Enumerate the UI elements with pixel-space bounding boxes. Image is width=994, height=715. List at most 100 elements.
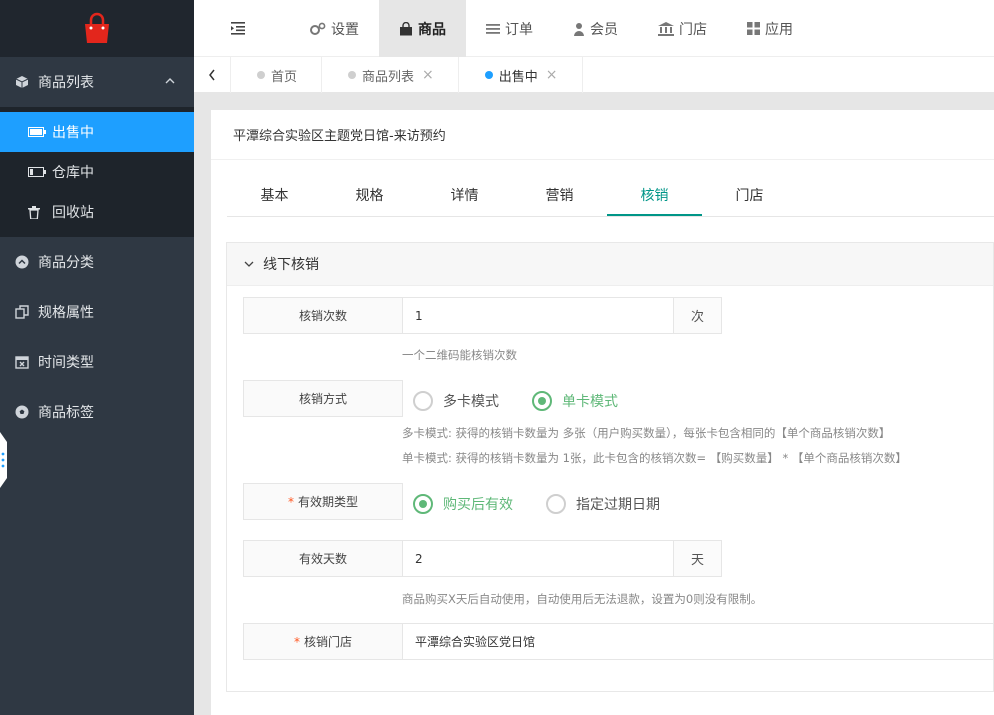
tab-dot bbox=[484, 71, 493, 79]
tab-on-sale[interactable]: 出售中 × bbox=[459, 57, 583, 93]
offline-verification-panel: 线下核销 核销次数 1 次 一个二维码能核销次数 核销方式 多卡模式 单卡模式 … bbox=[226, 242, 994, 692]
page-tabs: 首页 商品列表 × 出售中 × bbox=[194, 57, 994, 93]
chevron-down-icon bbox=[244, 261, 254, 267]
battery-full-icon bbox=[28, 127, 46, 137]
cube-icon bbox=[14, 74, 30, 90]
label-text: 有效期类型 bbox=[297, 495, 358, 509]
sidebar-item-label: 仓库中 bbox=[52, 165, 94, 181]
topnav-label: 商品 bbox=[418, 21, 446, 38]
sidebar-item-label: 出售中 bbox=[52, 125, 94, 141]
logo[interactable] bbox=[0, 0, 194, 57]
clone-icon bbox=[14, 304, 30, 320]
verify-count-input[interactable]: 1 bbox=[402, 297, 674, 334]
sidebar-submenu: 出售中 仓库中 回收站 bbox=[0, 107, 194, 237]
sidebar: 商品列表 出售中 仓库中 回收站 商品分类 规格属性 时间类型 商品标签 bbox=[0, 0, 194, 715]
indent-icon[interactable] bbox=[228, 18, 248, 38]
radio-multi-card[interactable]: 多卡模式 bbox=[413, 391, 499, 411]
calendar-x-icon bbox=[14, 354, 30, 370]
topnav-orders[interactable]: 订单 bbox=[466, 0, 553, 57]
shopping-bag-icon bbox=[85, 12, 109, 43]
sidebar-group-product-list[interactable]: 商品列表 bbox=[0, 57, 194, 107]
radio-label: 单卡模式 bbox=[562, 394, 618, 410]
verify-mode-label: 核销方式 bbox=[243, 380, 403, 417]
tab-product-list[interactable]: 商品列表 × bbox=[322, 57, 459, 93]
sidebar-group-time-type[interactable]: 时间类型 bbox=[0, 337, 194, 387]
topnav-stores[interactable]: 门店 bbox=[638, 0, 727, 57]
verify-store-label: * 核销门店 bbox=[243, 623, 403, 660]
circle-chevron-icon bbox=[14, 254, 30, 270]
sidebar-item-on-sale[interactable]: 出售中 bbox=[0, 112, 194, 152]
panel-title: 线下核销 bbox=[263, 257, 319, 273]
tab-label: 出售中 bbox=[498, 69, 538, 85]
topnav-members[interactable]: 会员 bbox=[553, 0, 638, 57]
single-card-hint: 单卡模式: 获得的核销卡数量为 1张，此卡包含的核销次数= 【购买数量】 * 【… bbox=[402, 451, 907, 465]
page-title: 平潭综合实验区主题党日馆-来访预约 bbox=[211, 110, 994, 160]
sidebar-group-tags[interactable]: 商品标签 bbox=[0, 387, 194, 437]
verify-count-hint: 一个二维码能核销次数 bbox=[402, 348, 517, 362]
valid-days-input[interactable]: 2 bbox=[402, 540, 674, 577]
shopping-bag-icon bbox=[399, 21, 413, 36]
close-icon[interactable]: × bbox=[422, 67, 434, 83]
topnav-settings[interactable]: 设置 bbox=[290, 0, 379, 57]
tab-label: 商品列表 bbox=[362, 69, 415, 85]
sidebar-group-spec[interactable]: 规格属性 bbox=[0, 287, 194, 337]
sidebar-group-label: 规格属性 bbox=[38, 305, 94, 321]
sidebar-group-label: 商品分类 bbox=[38, 255, 94, 271]
topnav-label: 订单 bbox=[505, 21, 533, 38]
top-navbar: 设置 商品 订单 会员 门店 应用 bbox=[194, 0, 994, 57]
radio-label: 指定过期日期 bbox=[576, 497, 660, 513]
grid-icon bbox=[747, 22, 760, 35]
sidebar-group-label: 商品列表 bbox=[38, 75, 94, 91]
chevron-left-icon bbox=[209, 69, 215, 81]
tab-basic[interactable]: 基本 bbox=[227, 176, 322, 216]
sidebar-group-label: 时间类型 bbox=[38, 355, 94, 371]
list-icon bbox=[486, 23, 500, 35]
top-nav: 设置 商品 订单 会员 门店 应用 bbox=[290, 0, 813, 57]
topnav-label: 应用 bbox=[765, 21, 793, 38]
user-icon bbox=[573, 22, 585, 36]
close-icon[interactable]: × bbox=[546, 67, 558, 83]
panel-header[interactable]: 线下核销 bbox=[227, 243, 993, 286]
sidebar-item-recycle-bin[interactable]: 回收站 bbox=[0, 192, 194, 232]
radio-expiry-date[interactable]: 指定过期日期 bbox=[546, 494, 660, 514]
valid-days-label: 有效天数 bbox=[243, 540, 403, 577]
unit-suffix: 次 bbox=[673, 297, 722, 334]
label-text: 核销次数 bbox=[298, 309, 347, 323]
sidebar-group-label: 商品标签 bbox=[38, 405, 94, 421]
validity-type-label: * 有效期类型 bbox=[243, 483, 403, 520]
tab-spec[interactable]: 规格 bbox=[322, 176, 417, 216]
topnav-label: 会员 bbox=[590, 21, 618, 38]
topnav-label: 门店 bbox=[679, 21, 707, 38]
edit-tabs: 基本 规格 详情 营销 核销 门店 bbox=[227, 176, 994, 217]
sidebar-group-category[interactable]: 商品分类 bbox=[0, 237, 194, 287]
required-mark: * bbox=[287, 494, 294, 509]
radio-single-card[interactable]: 单卡模式 bbox=[532, 391, 618, 411]
radio-circle bbox=[413, 494, 433, 514]
tab-verification[interactable]: 核销 bbox=[607, 176, 702, 216]
radio-circle bbox=[413, 391, 433, 411]
topnav-apps[interactable]: 应用 bbox=[727, 0, 813, 57]
tab-store[interactable]: 门店 bbox=[702, 176, 797, 216]
radio-after-purchase[interactable]: 购买后有效 bbox=[413, 494, 513, 514]
product-edit-card: 平潭综合实验区主题党日馆-来访预约 基本 规格 详情 营销 核销 门店 线下核销… bbox=[211, 110, 994, 715]
multi-card-hint: 多卡模式: 获得的核销卡数量为 多张（用户购买数量），每张卡包含相同的【单个商品… bbox=[402, 426, 891, 440]
tab-label: 首页 bbox=[271, 69, 298, 85]
sidebar-item-warehouse[interactable]: 仓库中 bbox=[0, 152, 194, 192]
trash-icon bbox=[28, 205, 46, 219]
sidebar-item-label: 回收站 bbox=[52, 205, 94, 221]
tabs-scroll-left-button[interactable] bbox=[194, 57, 231, 93]
label-text: 核销门店 bbox=[303, 635, 352, 649]
required-mark: * bbox=[293, 634, 300, 649]
label-text: 核销方式 bbox=[298, 392, 347, 406]
tab-dot bbox=[348, 71, 357, 79]
tab-marketing[interactable]: 营销 bbox=[512, 176, 607, 216]
radio-label: 多卡模式 bbox=[443, 394, 499, 410]
sidebar-drag-handle[interactable] bbox=[0, 432, 8, 488]
verify-store-input[interactable]: 平潭综合实验区党日馆 bbox=[402, 623, 994, 660]
tab-detail[interactable]: 详情 bbox=[417, 176, 512, 216]
tab-home[interactable]: 首页 bbox=[231, 57, 323, 93]
label-text: 有效天数 bbox=[298, 552, 347, 566]
chevron-up-icon bbox=[165, 78, 175, 84]
topnav-products[interactable]: 商品 bbox=[379, 0, 466, 57]
radio-label: 购买后有效 bbox=[443, 497, 513, 513]
